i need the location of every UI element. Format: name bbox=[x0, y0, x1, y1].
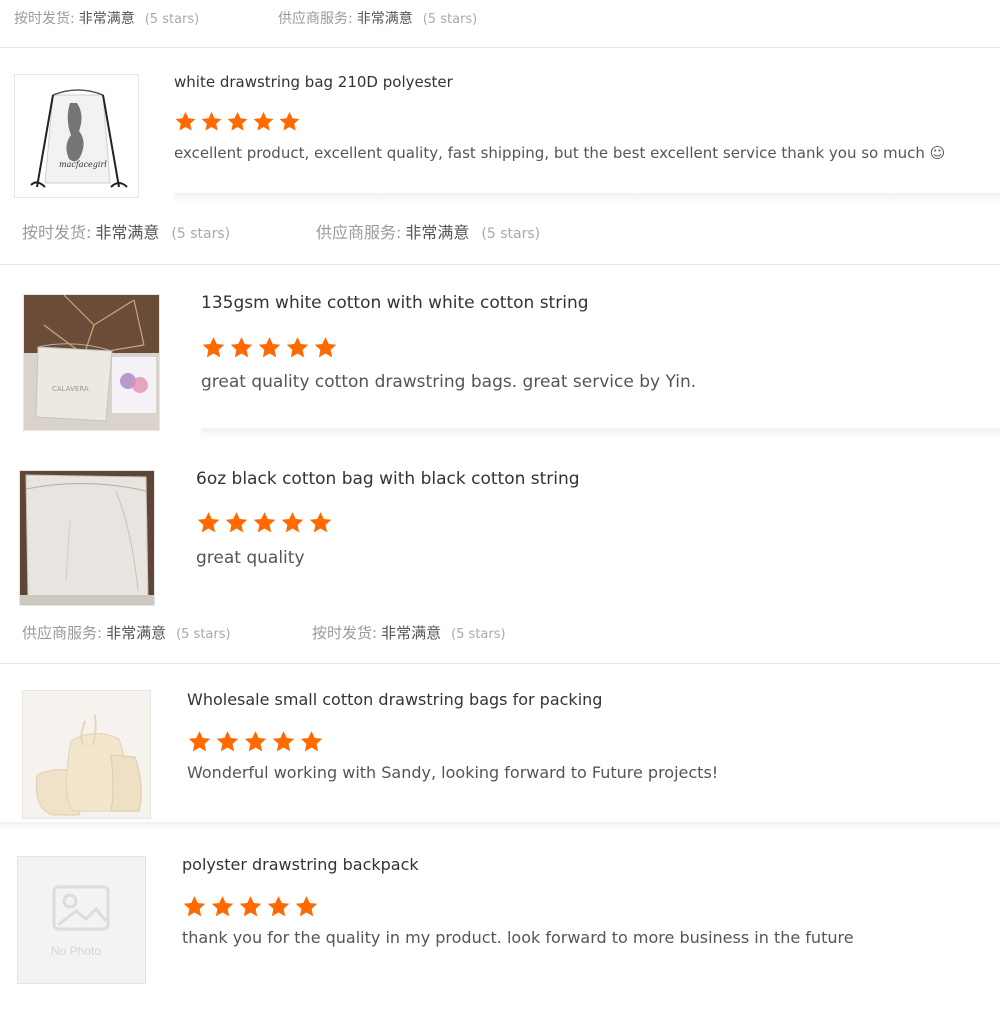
review-comment: great quality bbox=[196, 548, 305, 568]
rating-summary-item: 按时发货: 非常满意 (5 stars) bbox=[312, 622, 506, 643]
star-icon bbox=[197, 512, 220, 533]
product-title[interactable]: Wholesale small cotton drawstring bags f… bbox=[187, 690, 602, 709]
rating-value: 非常满意 bbox=[405, 223, 470, 242]
rating-summary-row: 按时发货: 非常满意 (5 stars) 供应商服务: 非常满意 (5 star… bbox=[0, 220, 1000, 242]
rating-summary-item: 按时发货: 非常满意 (5 stars) bbox=[14, 8, 199, 28]
star-rating bbox=[196, 510, 336, 535]
star-icon bbox=[201, 111, 222, 131]
rating-summary-item: 供应商服务: 非常满意 (5 stars) bbox=[22, 622, 231, 643]
star-rating bbox=[201, 335, 341, 360]
no-photo-icon: No Photo bbox=[18, 857, 145, 983]
star-rating bbox=[174, 110, 304, 133]
star-icon bbox=[183, 896, 206, 917]
star-icon bbox=[281, 512, 304, 533]
star-icon bbox=[279, 111, 300, 131]
rating-value: 非常满意 bbox=[95, 223, 160, 242]
star-icon bbox=[253, 111, 274, 131]
cotton-bag-image bbox=[20, 471, 154, 605]
star-icon bbox=[253, 512, 276, 533]
product-title[interactable]: polyster drawstring backpack bbox=[182, 855, 419, 874]
rating-summary-row: 按时发货: 非常满意 (5 stars) 供应商服务: 非常满意 (5 star… bbox=[0, 8, 1000, 28]
drawstring-bag-image: macfacegirl bbox=[30, 89, 128, 188]
star-icon bbox=[188, 731, 211, 752]
rating-summary-item: 供应商服务: 非常满意 (5 stars) bbox=[278, 8, 477, 28]
rating-value: 非常满意 bbox=[78, 11, 135, 27]
star-icon bbox=[239, 896, 262, 917]
star-icon bbox=[202, 337, 225, 358]
rating-stars-text: (5 stars) bbox=[144, 12, 200, 27]
star-icon bbox=[267, 896, 290, 917]
section-divider bbox=[0, 264, 1000, 265]
rating-summary-row: 供应商服务: 非常满意 (5 stars) 按时发货: 非常满意 (5 star… bbox=[0, 622, 1000, 642]
star-icon bbox=[227, 111, 248, 131]
product-title[interactable]: 135gsm white cotton with white cotton st… bbox=[201, 293, 589, 313]
star-icon bbox=[216, 731, 239, 752]
rating-summary-item: 按时发货: 非常满意 (5 stars) bbox=[22, 219, 230, 243]
product-thumbnail[interactable]: No Photo bbox=[17, 856, 146, 984]
rating-label: 按时发货: bbox=[22, 223, 92, 242]
product-thumbnail[interactable]: CALAVERA bbox=[23, 294, 160, 431]
rating-value: 非常满意 bbox=[356, 11, 413, 27]
svg-text:No Photo: No Photo bbox=[51, 944, 101, 958]
star-icon bbox=[225, 512, 248, 533]
rating-value: 非常满意 bbox=[106, 623, 167, 642]
svg-text:macfacegirl: macfacegirl bbox=[59, 160, 107, 169]
rating-label: 按时发货: bbox=[312, 623, 378, 642]
cotton-bag-image bbox=[23, 691, 150, 818]
star-rating bbox=[187, 729, 327, 754]
star-icon bbox=[295, 896, 318, 917]
star-rating bbox=[182, 894, 322, 919]
rating-value: 非常满意 bbox=[381, 623, 442, 642]
star-icon bbox=[258, 337, 281, 358]
product-thumbnail[interactable] bbox=[22, 690, 151, 819]
rating-stars-text: (5 stars) bbox=[171, 226, 231, 242]
review-comment: thank you for the quality in my product.… bbox=[182, 928, 854, 947]
star-icon bbox=[230, 337, 253, 358]
product-thumbnail[interactable]: macfacegirl bbox=[14, 74, 139, 198]
rating-stars-text: (5 stars) bbox=[451, 626, 506, 642]
review-comment: Wonderful working with Sandy, looking fo… bbox=[187, 763, 719, 782]
rating-label: 供应商服务: bbox=[278, 11, 353, 27]
star-icon bbox=[309, 512, 332, 533]
rating-stars-text: (5 stars) bbox=[422, 12, 478, 27]
rating-stars-text: (5 stars) bbox=[481, 226, 541, 242]
product-title[interactable]: 6oz black cotton bag with black cotton s… bbox=[196, 469, 580, 489]
star-icon bbox=[286, 337, 309, 358]
star-icon bbox=[272, 731, 295, 752]
review-comment: great quality cotton drawstring bags. gr… bbox=[201, 372, 697, 392]
rating-label: 按时发货: bbox=[14, 11, 75, 27]
product-thumbnail[interactable] bbox=[19, 470, 155, 606]
star-icon bbox=[244, 731, 267, 752]
section-fade bbox=[0, 822, 1000, 830]
rating-label: 供应商服务: bbox=[22, 623, 103, 642]
rating-summary-item: 供应商服务: 非常满意 (5 stars) bbox=[316, 219, 540, 243]
product-title[interactable]: white drawstring bag 210D polyester bbox=[174, 73, 453, 91]
section-divider bbox=[0, 47, 1000, 48]
star-icon bbox=[211, 896, 234, 917]
star-icon bbox=[175, 111, 196, 131]
cotton-bag-image: CALAVERA bbox=[24, 295, 159, 430]
section-fade bbox=[201, 428, 1000, 438]
star-icon bbox=[314, 337, 337, 358]
rating-stars-text: (5 stars) bbox=[176, 626, 231, 642]
section-divider bbox=[0, 663, 1000, 664]
svg-text:CALAVERA: CALAVERA bbox=[52, 385, 89, 393]
rating-label: 供应商服务: bbox=[316, 223, 402, 242]
star-icon bbox=[300, 731, 323, 752]
review-comment: excellent product, excellent quality, fa… bbox=[174, 144, 946, 162]
section-fade bbox=[174, 193, 1000, 203]
